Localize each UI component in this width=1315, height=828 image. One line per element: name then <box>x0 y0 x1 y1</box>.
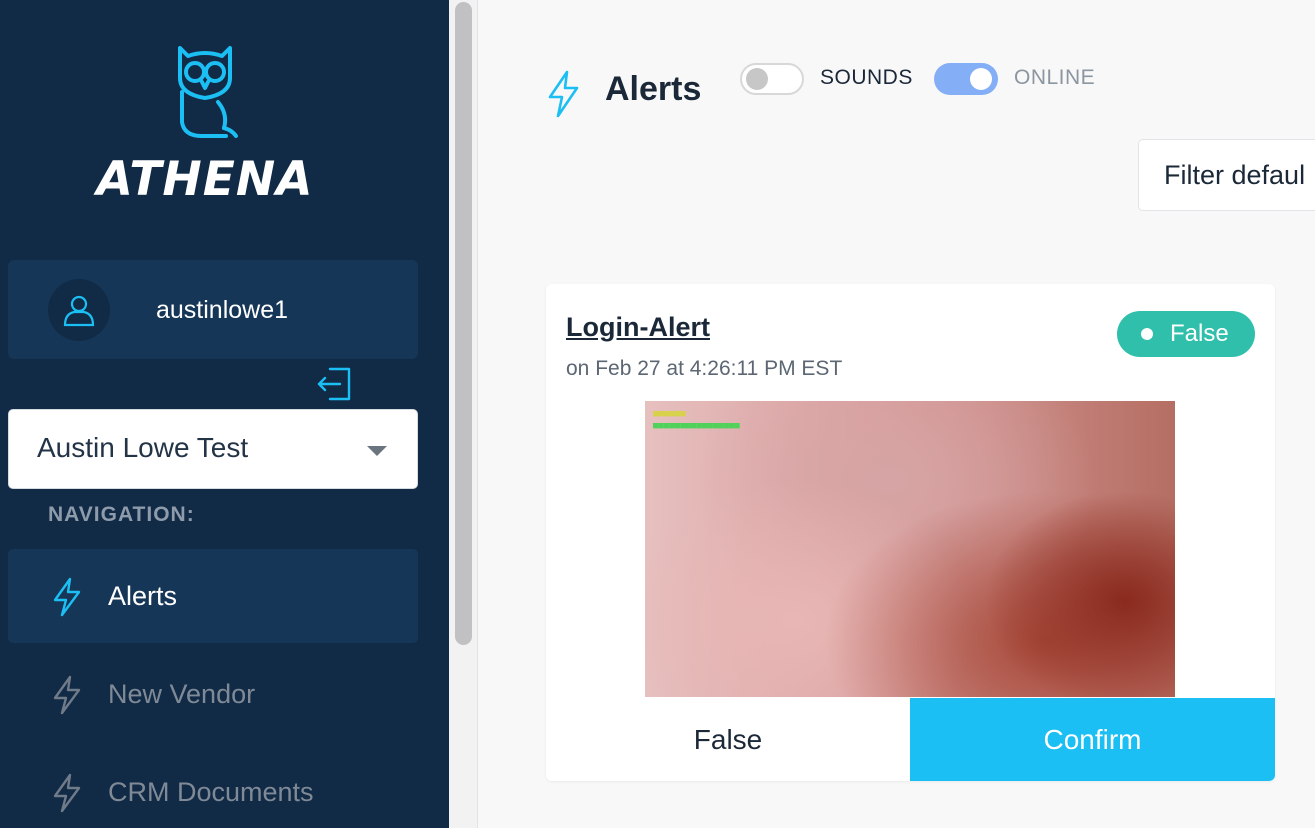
nav-item-label: CRM Documents <box>108 777 314 807</box>
page-title: Alerts <box>605 70 702 108</box>
logout-icon[interactable] <box>316 366 352 402</box>
filter-dropdown[interactable]: Filter defaul <box>1138 139 1315 211</box>
status-dot-icon <box>1141 328 1153 340</box>
user-card: austinlowe1 <box>8 260 418 359</box>
online-toggle[interactable] <box>934 63 998 95</box>
nav-heading: NAVIGATION: <box>48 503 195 526</box>
account-select[interactable]: Austin Lowe Test <box>8 409 418 489</box>
toggle-knob <box>746 68 768 90</box>
sounds-label: SOUNDS <box>820 66 913 89</box>
nav-item-label: New Vendor <box>108 679 256 709</box>
username: austinlowe1 <box>156 296 289 324</box>
nav-item-alerts[interactable]: Alerts <box>8 549 418 643</box>
lightning-icon <box>548 70 579 118</box>
status-badge: False <box>1117 311 1255 357</box>
sidebar: ATHENA austinlowe1 Austin Lowe Test NAVI… <box>0 0 449 828</box>
online-label: ONLINE <box>1014 66 1096 89</box>
user-icon <box>48 279 110 341</box>
alert-card: Login-Alert on Feb 27 at 4:26:11 PM EST … <box>546 284 1275 781</box>
sidebar-scrollbar-thumb[interactable] <box>455 2 472 645</box>
nav-item-crm-documents[interactable]: CRM Documents <box>8 745 418 828</box>
owl-icon <box>178 46 238 138</box>
confirm-button[interactable]: Confirm <box>910 698 1275 781</box>
lightning-icon <box>53 577 81 617</box>
image-overlay-line: ■■■■■■ <box>653 409 686 419</box>
alert-snapshot-image: ■■■■■■ ■■■■■■■■■■■■■■■■ <box>645 401 1175 697</box>
lightning-icon <box>53 773 81 813</box>
toggle-knob <box>970 68 992 90</box>
nav-item-new-vendor[interactable]: New Vendor <box>8 647 418 741</box>
filter-dropdown-label: Filter defaul <box>1164 160 1306 190</box>
alert-title-link[interactable]: Login-Alert <box>566 312 710 343</box>
brand-wordmark: ATHENA <box>96 152 314 207</box>
status-badge-label: False <box>1170 320 1229 347</box>
alert-timestamp: on Feb 27 at 4:26:11 PM EST <box>566 357 843 380</box>
image-overlay-line: ■■■■■■■■■■■■■■■■ <box>653 421 740 431</box>
false-button[interactable]: False <box>546 698 910 781</box>
lightning-icon <box>53 675 81 715</box>
account-select-value: Austin Lowe Test <box>37 432 249 463</box>
chevron-down-icon <box>367 446 387 456</box>
sounds-toggle[interactable] <box>740 63 804 95</box>
nav-item-label: Alerts <box>108 581 178 611</box>
